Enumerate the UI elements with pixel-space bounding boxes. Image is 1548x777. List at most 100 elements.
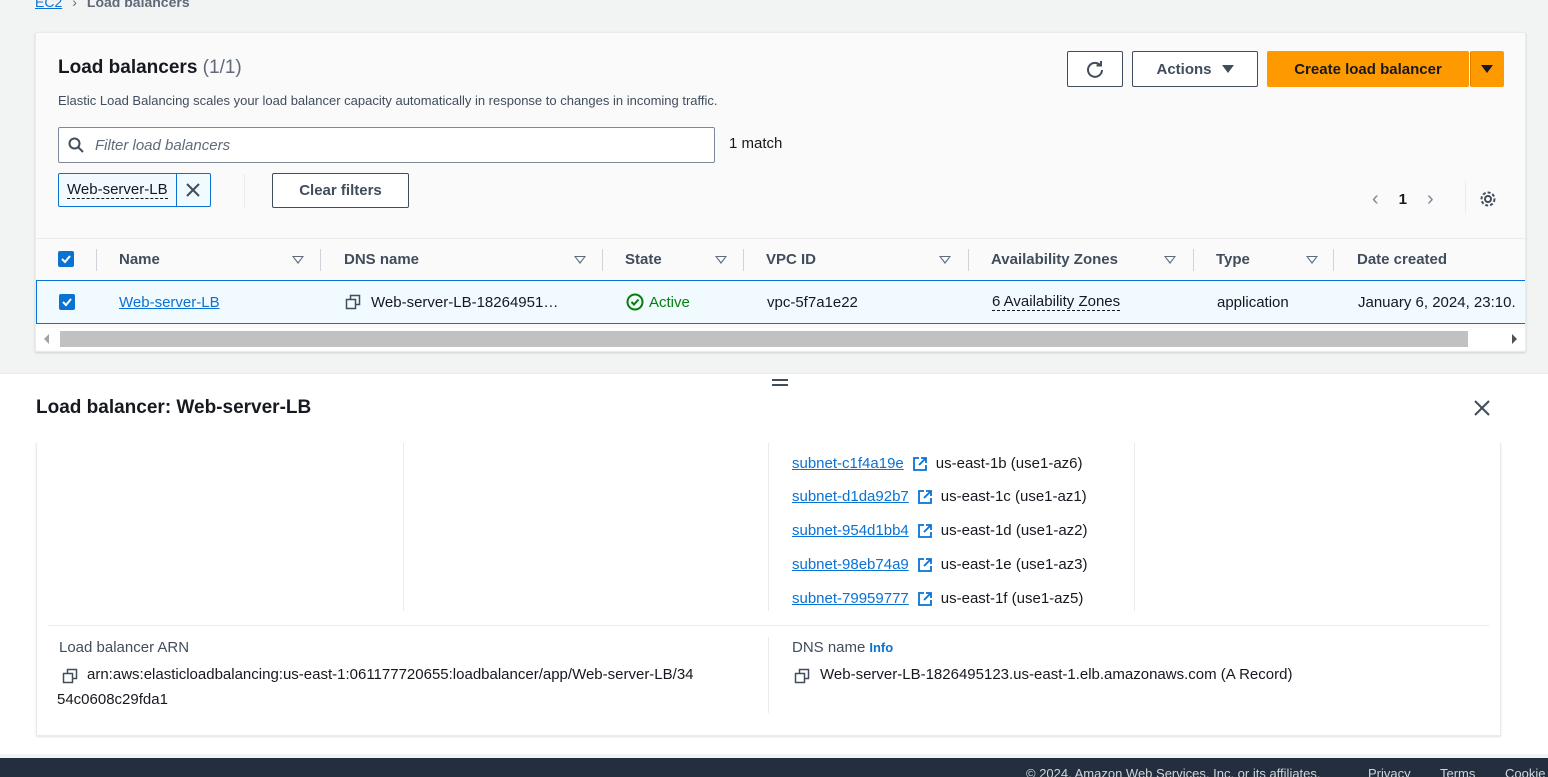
row-checkbox[interactable] <box>59 294 75 310</box>
scroll-left-icon[interactable] <box>44 334 49 344</box>
footer-privacy-link[interactable]: Privacy <box>1368 766 1411 777</box>
copy-icon[interactable] <box>62 668 78 684</box>
column-divider <box>743 249 744 271</box>
chevron-right-icon: › <box>72 0 77 10</box>
info-link[interactable]: Info <box>869 640 893 655</box>
footer-copyright: © 2024, Amazon Web Services, Inc. or its… <box>1026 766 1321 777</box>
table-row[interactable]: Web-server-LB Web-server-LB-18264951… Ac… <box>36 280 1525 324</box>
column-header-vpc[interactable]: VPC ID <box>766 239 951 280</box>
divider <box>1465 181 1466 213</box>
column-header-label: DNS name <box>344 251 420 268</box>
external-link-icon[interactable] <box>917 557 933 573</box>
divider <box>768 443 769 611</box>
filter-token-label[interactable]: Web-server-LB <box>59 174 176 206</box>
chevron-left-icon[interactable]: ‹ <box>1372 188 1379 211</box>
vpc-cell: vpc-5f7a1e22 <box>767 293 858 311</box>
column-divider <box>96 249 97 271</box>
subnet-zone: us-east-1e (use1-az3) <box>940 556 1088 573</box>
scrollbar-thumb[interactable] <box>60 331 1468 347</box>
arn-value-line1: arn:aws:elasticloadbalancing:us-east-1:0… <box>87 666 694 683</box>
sort-icon[interactable] <box>939 256 951 264</box>
subnet-link[interactable]: subnet-954d1bb4 <box>792 522 909 539</box>
filter-input[interactable]: Filter load balancers <box>58 127 715 163</box>
subnet-link[interactable]: subnet-98eb74a9 <box>792 556 909 573</box>
breadcrumb-ec2-link[interactable]: EC2 <box>35 0 62 10</box>
column-header-label: State <box>625 251 662 268</box>
page-number[interactable]: 1 <box>1399 191 1407 208</box>
column-divider <box>1333 249 1334 271</box>
footer-terms-link[interactable]: Terms <box>1440 766 1475 777</box>
filter-token: Web-server-LB <box>58 173 211 207</box>
check-circle-icon <box>626 293 644 311</box>
subnet-link[interactable]: subnet-79959777 <box>792 590 909 607</box>
divider <box>1134 443 1135 611</box>
column-header-name[interactable]: Name <box>119 239 304 280</box>
column-header-state[interactable]: State <box>625 239 727 280</box>
divider <box>403 443 404 611</box>
actions-button[interactable]: Actions <box>1132 51 1258 87</box>
sort-icon[interactable] <box>574 256 586 264</box>
dns-label: DNS name Info <box>792 639 893 656</box>
refresh-icon <box>1087 61 1103 78</box>
subnet-item: subnet-79959777 us-east-1f (use1-az5) <box>792 590 1083 607</box>
column-header-label: Date created <box>1357 251 1448 268</box>
column-header-azs[interactable]: Availability Zones <box>991 239 1176 280</box>
create-dropdown-button[interactable] <box>1470 51 1504 87</box>
arn-value-line2: 54c0608c29fda1 <box>57 691 168 708</box>
chevron-right-icon[interactable]: › <box>1427 188 1434 211</box>
state-cell: Active <box>649 293 690 311</box>
column-header-dns[interactable]: DNS name <box>344 239 586 280</box>
external-link-icon[interactable] <box>917 489 933 505</box>
page-title: Load balancers (1/1) <box>58 57 242 79</box>
azs-cell[interactable]: 6 Availability Zones <box>992 293 1121 311</box>
sort-icon[interactable] <box>1306 256 1318 264</box>
lb-name-link[interactable]: Web-server-LB <box>119 294 220 311</box>
resize-handle-icon[interactable] <box>772 379 788 389</box>
caret-down-icon <box>1221 65 1234 73</box>
column-divider <box>968 249 969 271</box>
subnet-zone: us-east-1d (use1-az2) <box>940 522 1088 539</box>
external-link-icon[interactable] <box>917 591 933 607</box>
panel-description: Elastic Load Balancing scales your load … <box>58 93 718 108</box>
subnet-zone: us-east-1c (use1-az1) <box>940 488 1087 505</box>
details-title: Load balancer: Web-server-LB <box>36 397 312 418</box>
close-icon[interactable] <box>175 174 210 206</box>
table-header: Name DNS name State VPC ID Availability … <box>36 238 1525 281</box>
arn-label: Load balancer ARN <box>59 639 190 656</box>
horizontal-scrollbar[interactable] <box>36 328 1525 350</box>
external-link-icon[interactable] <box>917 523 933 539</box>
sort-icon[interactable] <box>715 256 727 264</box>
gear-icon[interactable] <box>1479 190 1497 208</box>
dns-label-text: DNS name <box>792 639 866 656</box>
breadcrumb: EC2 › Load balancers <box>35 0 190 10</box>
sort-icon[interactable] <box>1164 256 1176 264</box>
subnet-link[interactable]: subnet-d1da92b7 <box>792 488 909 505</box>
dns-name-cell: Web-server-LB-18264951… <box>371 293 559 311</box>
subnet-item: subnet-c1f4a19e us-east-1b (use1-az6) <box>792 455 1083 472</box>
footer-cookie-link[interactable]: Cookie <box>1505 766 1545 777</box>
column-header-type[interactable]: Type <box>1216 239 1318 280</box>
column-header-label: Availability Zones <box>991 251 1118 268</box>
external-link-icon[interactable] <box>912 456 928 472</box>
copy-icon[interactable] <box>794 668 810 684</box>
scroll-right-icon[interactable] <box>1512 334 1517 344</box>
refresh-button[interactable] <box>1067 51 1123 87</box>
column-header-date[interactable]: Date created <box>1357 239 1517 280</box>
close-icon[interactable] <box>1473 396 1491 424</box>
sort-icon[interactable] <box>292 256 304 264</box>
panel-title-text: Load balancers <box>58 57 198 78</box>
select-all-checkbox[interactable] <box>58 251 74 267</box>
subnet-zone: us-east-1f (use1-az5) <box>940 590 1084 607</box>
dns-value: Web-server-LB-1826495123.us-east-1.elb.a… <box>820 666 1293 683</box>
clear-filters-button[interactable]: Clear filters <box>272 173 409 208</box>
column-header-label: Type <box>1216 251 1250 268</box>
divider <box>768 637 769 713</box>
subnet-item: subnet-98eb74a9 us-east-1e (use1-az3) <box>792 556 1088 573</box>
copy-icon[interactable] <box>345 294 361 310</box>
column-header-label: VPC ID <box>766 251 817 268</box>
create-load-balancer-button[interactable]: Create load balancer <box>1267 51 1469 87</box>
actions-label: Actions <box>1156 60 1212 78</box>
subnet-link[interactable]: subnet-c1f4a19e <box>792 455 904 472</box>
panel-count: (1/1) <box>202 57 242 78</box>
footer: © 2024, Amazon Web Services, Inc. or its… <box>0 758 1548 777</box>
